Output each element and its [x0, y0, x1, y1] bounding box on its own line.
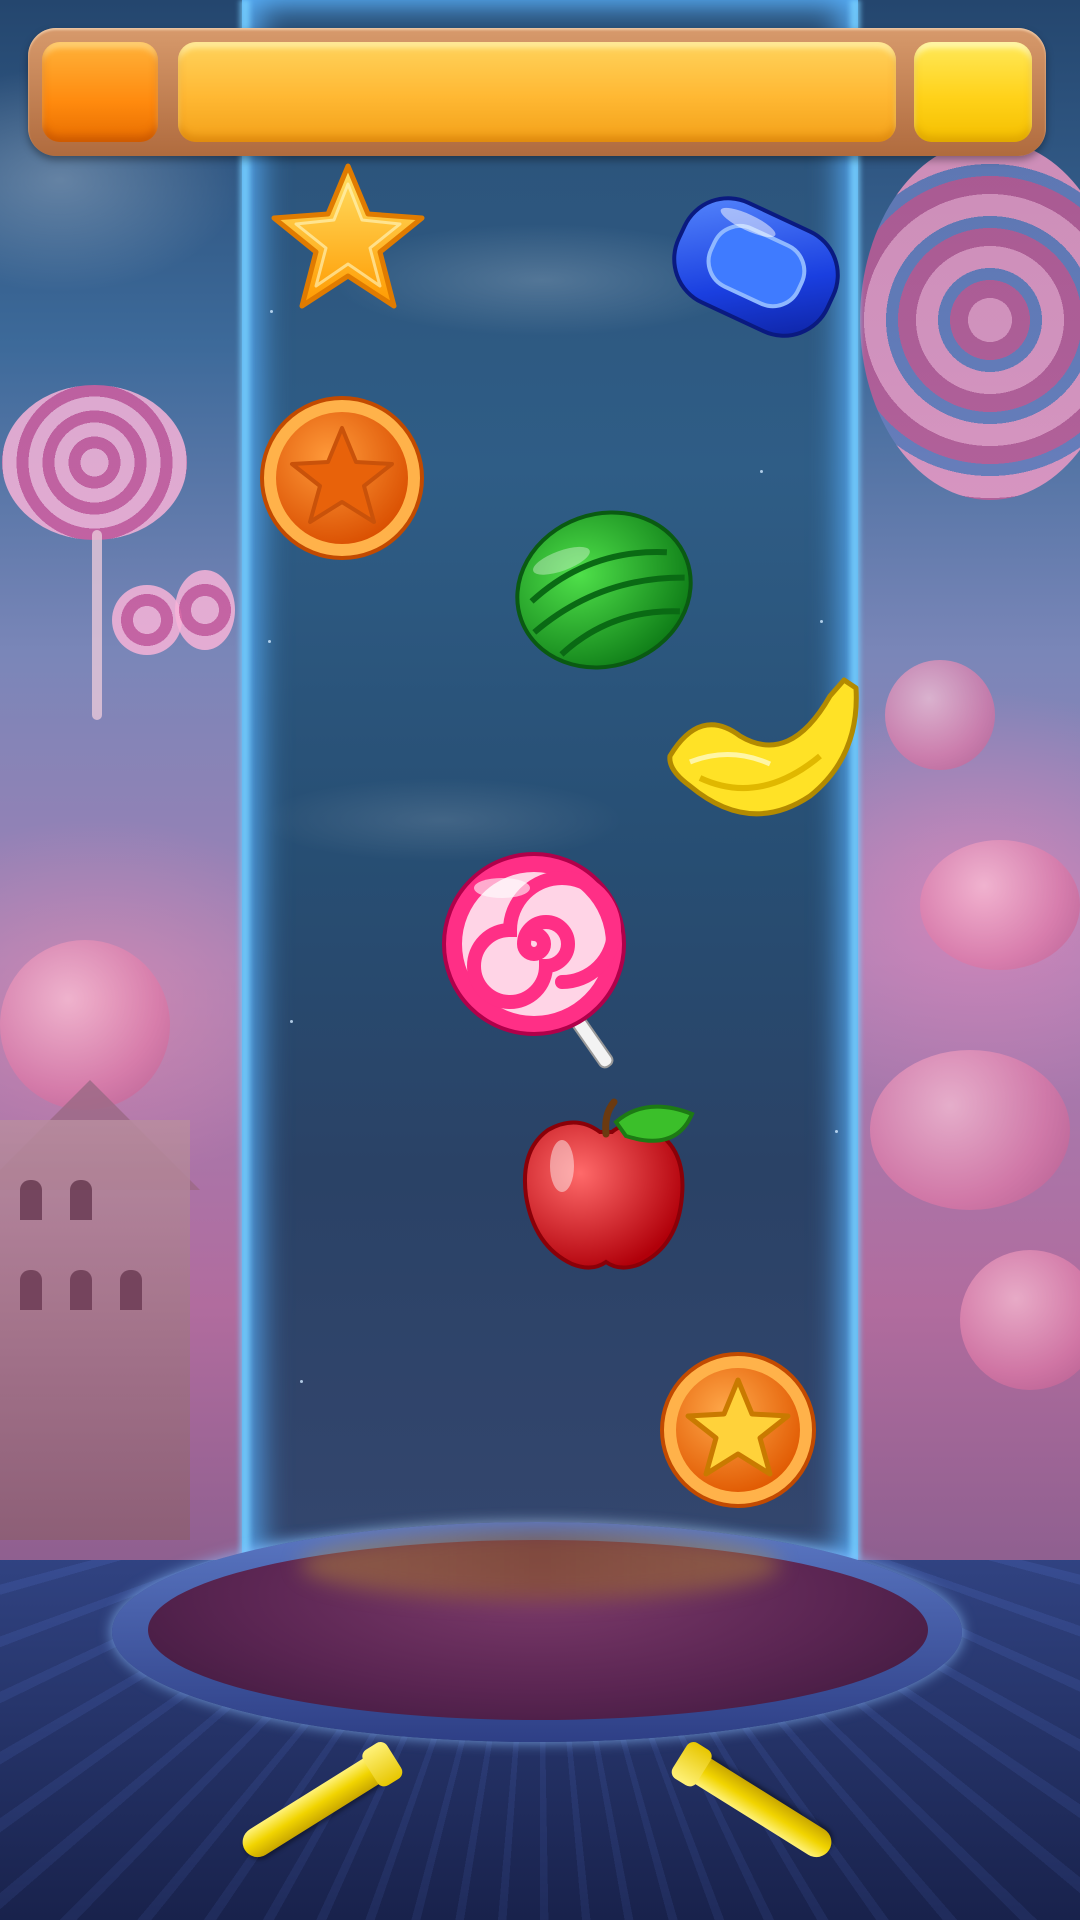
- background-candy-puff: [920, 840, 1080, 970]
- hud-progress-slot: [178, 42, 896, 142]
- background-lollipop-small-2: [175, 570, 235, 650]
- background-candy-puff: [885, 660, 995, 770]
- blue-candy-icon[interactable]: [660, 182, 852, 352]
- house-window: [120, 1270, 142, 1310]
- star-icon[interactable]: [268, 162, 428, 312]
- apple-icon[interactable]: [516, 1096, 696, 1276]
- house-window: [70, 1270, 92, 1310]
- hud-bar: [28, 28, 1046, 156]
- background-house: [0, 1120, 190, 1540]
- background-lollipop-stick: [92, 530, 102, 720]
- banana-icon[interactable]: [660, 666, 860, 822]
- lollipop-icon[interactable]: [442, 852, 642, 1072]
- hud-center-value: [178, 42, 896, 142]
- hud-left-slot[interactable]: [42, 42, 158, 142]
- hud-right-slot[interactable]: [914, 42, 1032, 142]
- hud-left-value: [42, 42, 158, 142]
- star-coin-icon[interactable]: [658, 1350, 818, 1510]
- watermelon-icon[interactable]: [512, 506, 696, 674]
- house-window: [70, 1180, 92, 1220]
- star-coin-icon[interactable]: [256, 392, 428, 564]
- background-candy-puff: [870, 1050, 1070, 1210]
- hud-right-value: [914, 42, 1032, 142]
- background-lollipop-small: [112, 585, 182, 655]
- lane-left-edge: [238, 0, 252, 1560]
- house-window: [20, 1270, 42, 1310]
- collector-bowl-glow: [300, 1530, 780, 1600]
- background-lollipop-left: [2, 385, 187, 540]
- house-window: [20, 1180, 42, 1220]
